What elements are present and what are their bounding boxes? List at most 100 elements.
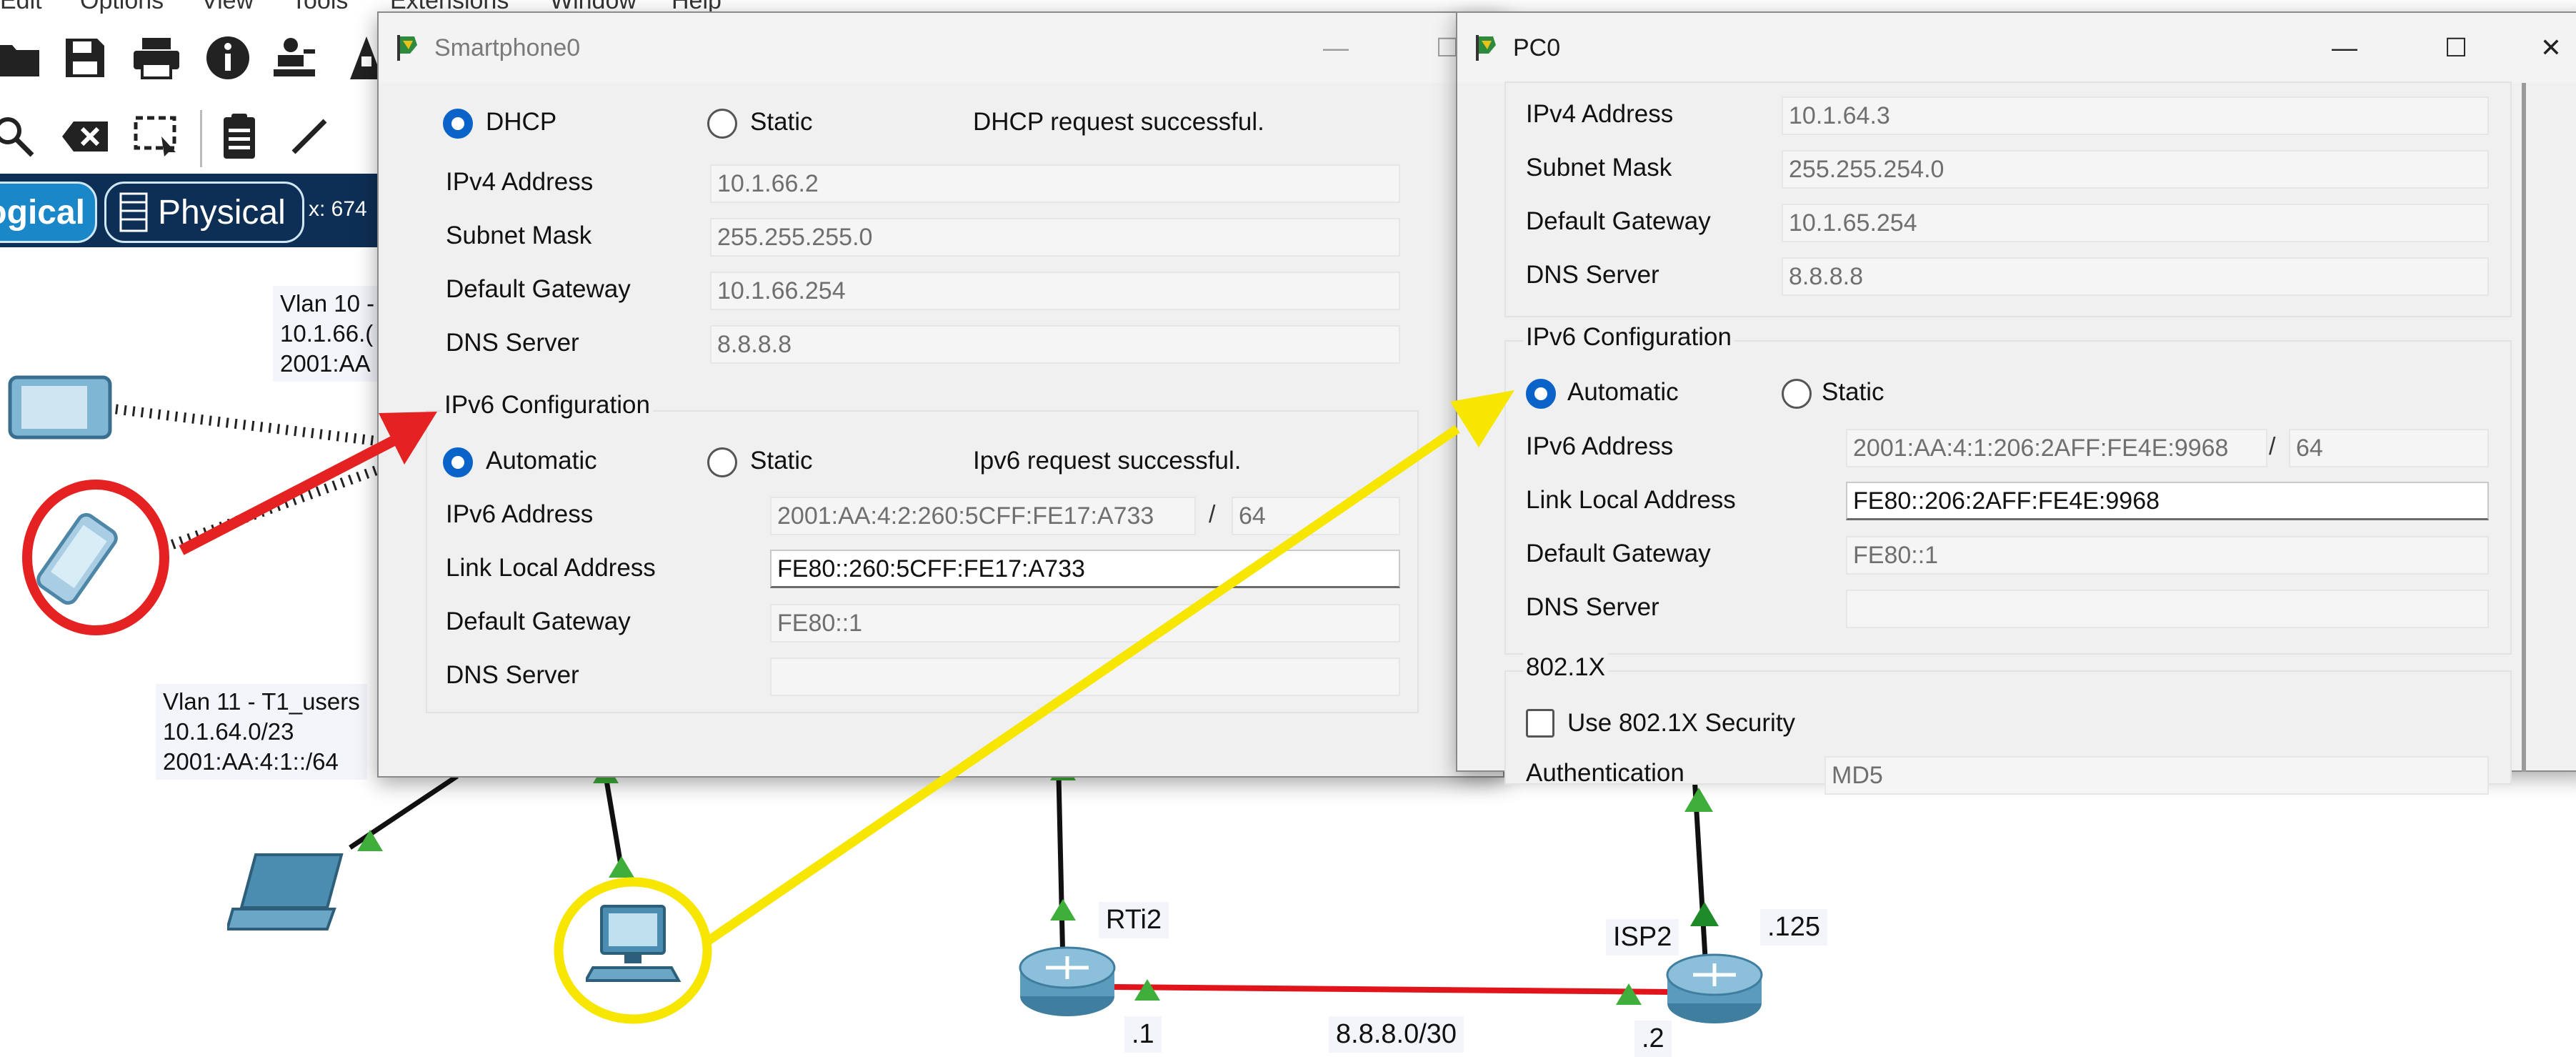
subnet-mask-field[interactable]: 255.255.255.0	[710, 218, 1400, 257]
dot1x-checkbox[interactable]	[1526, 709, 1554, 738]
pc-config-window: PC0 — ☐ ✕ IPv4 Address 10.1.64.3 Subnet …	[1456, 11, 2576, 795]
router-isp2-label: ISP2	[1606, 919, 1679, 956]
ipv6-gateway-field[interactable]: FE80::1	[770, 604, 1400, 642]
ipv6-static-radio[interactable]	[707, 447, 737, 477]
subnet-mask-field[interactable]: 255.255.254.0	[1782, 150, 2489, 189]
ipv6-static-label[interactable]: Static	[1822, 378, 1884, 407]
ipv6-automatic-radio[interactable]	[443, 447, 473, 477]
ipv4-address-field[interactable]: 10.1.64.3	[1782, 96, 2489, 135]
default-gateway-field[interactable]: 10.1.65.254	[1782, 204, 2489, 242]
physical-view-icon	[119, 192, 148, 232]
coordinate-readout: x: 674	[309, 197, 367, 221]
subnet-mask-label: Subnet Mask	[446, 222, 592, 249]
scrollbar[interactable]	[2522, 83, 2526, 772]
ipv6-gateway-field[interactable]: FE80::1	[1846, 536, 2489, 575]
ipv4-address-field[interactable]: 10.1.66.2	[710, 164, 1400, 203]
ipv6-address-field[interactable]: 2001:AA:4:1:206:2AFF:FE4E:9968	[1846, 429, 2267, 467]
ipv6-prefix-field[interactable]: 64	[2289, 429, 2489, 467]
link-local-label: Link Local Address	[446, 554, 656, 582]
save-icon[interactable]	[60, 33, 110, 83]
ipv6-static-radio[interactable]	[1782, 379, 1812, 409]
delete-icon[interactable]	[60, 111, 110, 162]
select-icon[interactable]	[131, 111, 181, 162]
router-rti2-label: RTi2	[1099, 902, 1169, 938]
ipv6-automatic-label[interactable]: Automatic	[486, 447, 597, 475]
router-rti2[interactable]	[1017, 946, 1117, 1021]
smartphone-config-window: Smartphone0 — ☐ DHCP Static DHCP request…	[377, 11, 1504, 778]
dns-server-field[interactable]: 8.8.8.8	[710, 325, 1400, 364]
tablet-device[interactable]	[0, 372, 114, 447]
default-gateway-label: Default Gateway	[446, 275, 631, 303]
ipv6-status-text: Ipv6 request successful.	[973, 447, 1242, 475]
info-icon[interactable]	[203, 33, 253, 83]
ipv6-address-label: IPv6 Address	[446, 500, 594, 528]
subnet-mask-label: Subnet Mask	[1526, 154, 1672, 182]
menu-tools[interactable]: Tools	[291, 0, 348, 15]
prefix-separator: /	[2269, 433, 2276, 460]
zoom-icon[interactable]	[0, 111, 39, 162]
dot1x-group-title: 802.1X	[1523, 653, 1608, 682]
line-icon[interactable]	[284, 111, 334, 162]
window-title: Smartphone0	[434, 34, 581, 61]
ipv6-address-field[interactable]: 2001:AA:4:2:260:5CFF:FE17:A733	[770, 497, 1196, 535]
ipv6-group-title: IPv6 Configuration	[441, 391, 653, 420]
dhcp-label[interactable]: DHCP	[486, 108, 556, 137]
smartphone-device[interactable]	[34, 509, 120, 612]
ipv6-automatic-label[interactable]: Automatic	[1567, 378, 1679, 407]
ipv6-automatic-radio[interactable]	[1526, 379, 1556, 409]
ipv6-dns-label: DNS Server	[1526, 593, 1659, 621]
ipv6-dns-label: DNS Server	[446, 661, 579, 689]
router-isp2[interactable]	[1664, 953, 1764, 1028]
dns-server-field[interactable]: 8.8.8.8	[1782, 257, 2489, 296]
toolbar-separator	[200, 110, 202, 167]
link-local-field[interactable]: FE80::206:2AFF:FE4E:9968	[1846, 482, 2489, 520]
window-title: PC0	[1513, 34, 1561, 61]
default-gateway-label: Default Gateway	[1526, 207, 1711, 235]
folder-icon[interactable]	[0, 33, 43, 83]
ipv4-static-radio[interactable]	[707, 109, 737, 139]
menu-view[interactable]: View	[201, 0, 254, 15]
default-gateway-field[interactable]: 10.1.66.254	[710, 272, 1400, 310]
link-local-field[interactable]: FE80::260:5CFF:FE17:A733	[770, 550, 1400, 588]
ipv6-gateway-label: Default Gateway	[1526, 540, 1711, 567]
dhcp-status-text: DHCP request successful.	[973, 108, 1264, 136]
minimize-button[interactable]: —	[1280, 13, 1392, 83]
network-wizard-icon[interactable]	[270, 33, 320, 83]
menu-edit[interactable]: Edit	[0, 0, 42, 15]
ipv4-address-label: IPv4 Address	[1526, 100, 1674, 128]
close-button[interactable]: ✕	[2512, 13, 2576, 83]
link-local-label: Link Local Address	[1526, 486, 1736, 514]
note-icon[interactable]	[214, 111, 264, 162]
interface-1-label: .1	[1124, 1016, 1162, 1053]
ipv6-prefix-field[interactable]: 64	[1232, 497, 1400, 535]
authentication-select[interactable]: MD5	[1824, 756, 2489, 795]
dns-server-label: DNS Server	[446, 329, 579, 357]
laptop-device[interactable]	[225, 849, 349, 938]
vlan11-note[interactable]: Vlan 11 - T1_users 10.1.64.0/23 2001:AA:…	[156, 684, 367, 780]
title-bar: Smartphone0 — ☐	[379, 13, 1503, 83]
dot1x-checkbox-label[interactable]: Use 802.1X Security	[1567, 709, 1795, 738]
maximize-button[interactable]: ☐	[2400, 13, 2512, 83]
tab-logical[interactable]: ogical	[0, 182, 97, 243]
ipv6-static-label[interactable]: Static	[750, 447, 813, 475]
pc-device[interactable]	[583, 903, 686, 993]
ipv4-static-label[interactable]: Static	[750, 108, 813, 137]
ipv6-gateway-label: Default Gateway	[446, 607, 631, 635]
ipv6-dns-field[interactable]	[1846, 590, 2489, 628]
ipv6-group-title: IPv6 Configuration	[1523, 323, 1734, 352]
tab-physical[interactable]: Physical	[104, 182, 304, 243]
interface-2-label: .2	[1634, 1021, 1672, 1057]
authentication-label: Authentication	[1526, 759, 1684, 787]
packet-tracer-icon	[397, 35, 417, 61]
print-icon[interactable]	[131, 33, 181, 83]
ipv6-dns-field[interactable]	[770, 657, 1400, 696]
dns-server-label: DNS Server	[1526, 261, 1659, 289]
interface-125-label: .125	[1760, 909, 1827, 946]
packet-tracer-icon	[1476, 35, 1496, 61]
prefix-separator: /	[1209, 501, 1216, 528]
minimize-button[interactable]: —	[2289, 13, 2400, 83]
title-bar: PC0 — ☐ ✕	[1457, 13, 2576, 83]
dhcp-radio[interactable]	[443, 109, 473, 139]
menu-options[interactable]: Options	[80, 0, 164, 15]
ipv4-address-label: IPv4 Address	[446, 168, 594, 196]
